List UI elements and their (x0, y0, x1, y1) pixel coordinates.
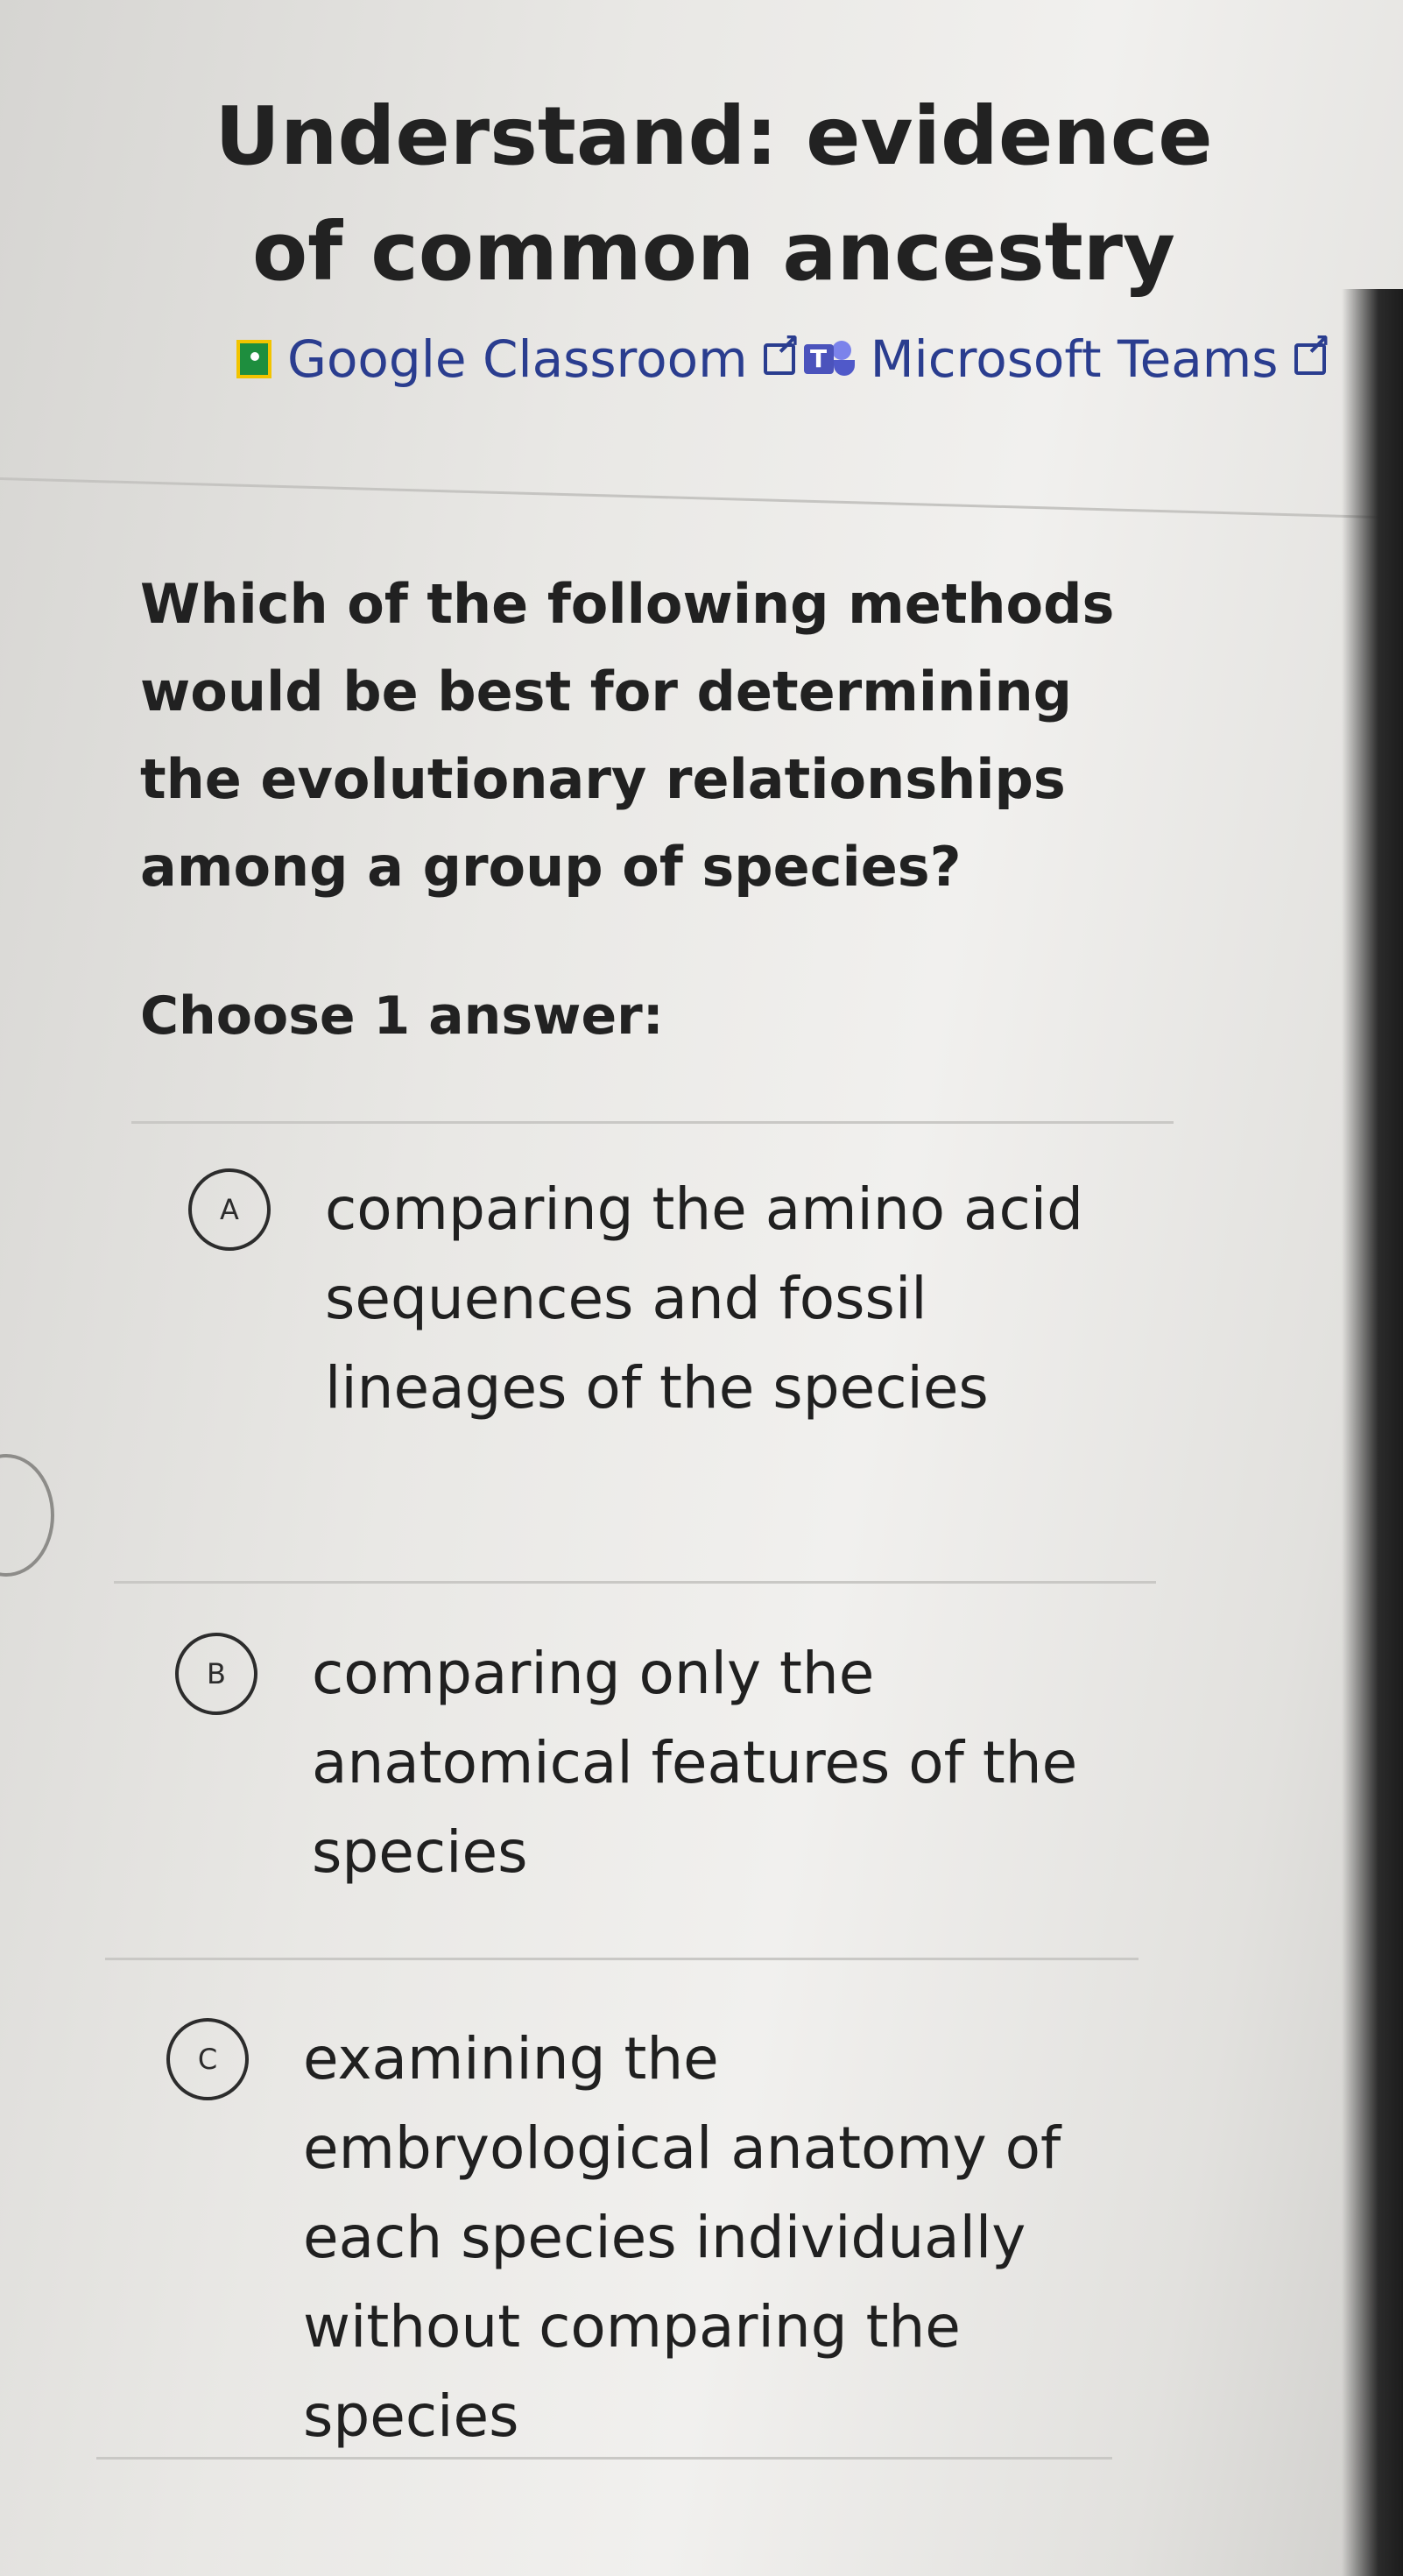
microsoft-teams-label: Microsoft Teams (870, 329, 1279, 389)
screen-bezel (1342, 289, 1403, 2576)
choice-b[interactable]: B comparing only the anatomical features… (175, 1629, 1100, 1897)
external-link-icon (763, 328, 800, 375)
google-classroom-label: Google Classroom (287, 329, 748, 389)
choice-radio-b[interactable]: B (175, 1633, 257, 1715)
google-classroom-link[interactable]: Google Classroom (236, 328, 800, 389)
choice-c[interactable]: C examining the embryological anatomy of… (166, 2015, 1091, 2461)
choice-divider (131, 1121, 1174, 1124)
microsoft-teams-icon: T (803, 339, 857, 379)
choice-divider (96, 2457, 1112, 2460)
choice-divider (114, 1581, 1156, 1584)
choice-b-text: comparing only the anatomical features o… (312, 1640, 1078, 1886)
share-links: Google Classroom T Microsoft Teams (236, 315, 1392, 403)
external-link-icon (1294, 328, 1331, 375)
microsoft-teams-link[interactable]: T Microsoft Teams (795, 328, 1331, 389)
partial-circle-edge (0, 1454, 54, 1577)
choice-c-text: examining the embryological anatomy of e… (303, 2025, 1061, 2450)
page-title: Understand: evidence of common ancestry (215, 89, 1213, 299)
choose-instruction: Choose 1 answer: (140, 985, 664, 1047)
header-divider (0, 477, 1403, 519)
choice-divider (105, 1958, 1139, 1960)
exercise-page: Understand: evidence of common ancestry … (0, 0, 1403, 2576)
google-classroom-icon (236, 340, 271, 378)
choice-a-text: comparing the amino acid sequences and f… (325, 1175, 1083, 1422)
choice-radio-c[interactable]: C (166, 2018, 249, 2100)
question-text: Which of the following methods would be … (140, 572, 1115, 899)
choice-a[interactable]: A comparing the amino acid sequences and… (188, 1165, 1113, 1433)
choice-radio-a[interactable]: A (188, 1168, 271, 1251)
